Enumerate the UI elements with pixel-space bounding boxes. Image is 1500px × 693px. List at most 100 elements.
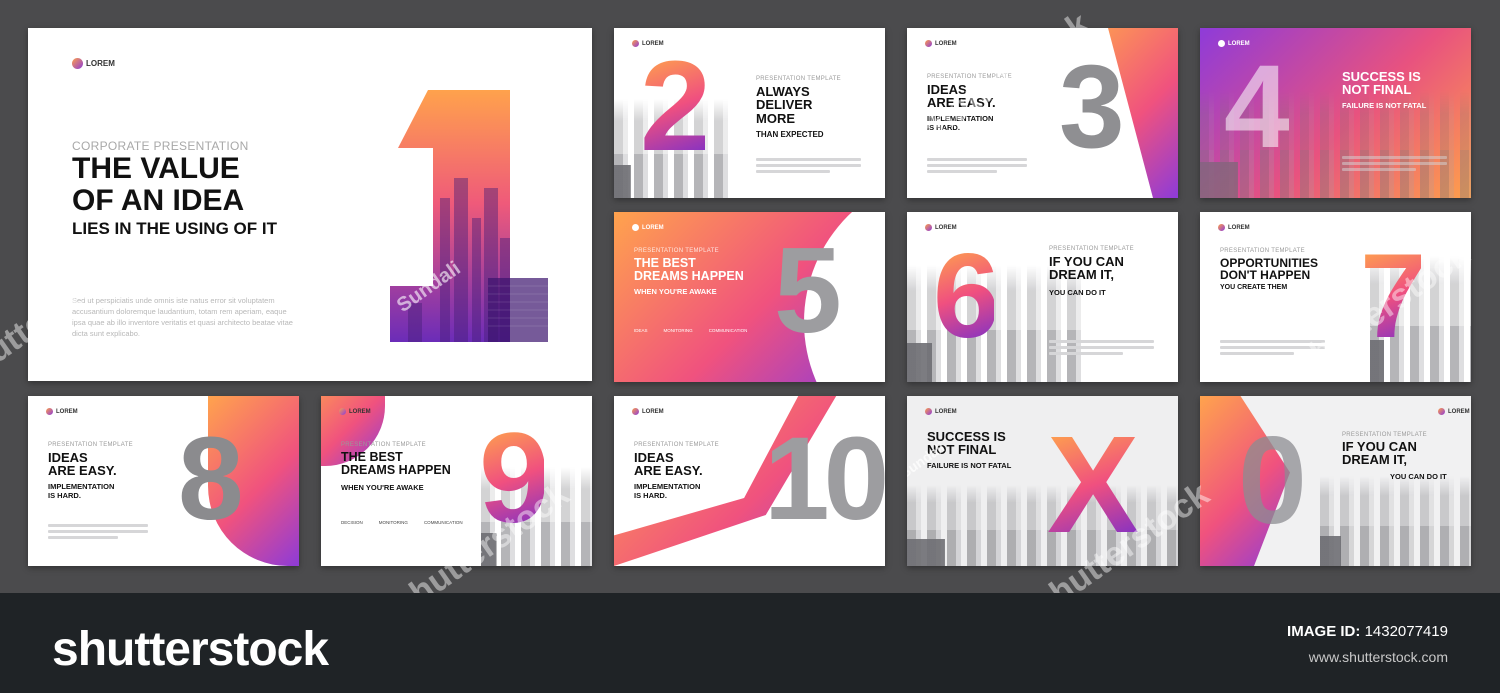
slide-7: LOREM 7 PRESENTATION TEMPLATE OPPORTUNIT…: [1200, 212, 1471, 382]
template-preview-stage: LOREM CORPORATE PRESENTATION THE VALUE O…: [0, 0, 1500, 593]
slide-logo: LOREM: [72, 58, 115, 69]
logo-icon: [925, 224, 932, 231]
slide-subheading: YOU CAN DO IT: [1390, 472, 1447, 481]
logo-icon: [46, 408, 53, 415]
big-number: 5: [774, 222, 842, 358]
logo-icon: [1438, 408, 1445, 415]
logo-icon: [339, 408, 346, 415]
feature-item: DECISION: [341, 520, 363, 525]
slide-heading: SUCCESS IS NOT FINAL: [927, 429, 1006, 458]
slide-5: LOREM 5 PRESENTATION TEMPLATE THE BEST D…: [614, 212, 885, 382]
slide-kicker: CORPORATE PRESENTATION: [72, 139, 249, 153]
logo-text: LOREM: [86, 59, 115, 68]
slide-logo: LOREM: [925, 408, 957, 415]
slide-8: LOREM 8 PRESENTATION TEMPLATE IDEAS ARE …: [28, 396, 299, 566]
slide-kicker: PRESENTATION TEMPLATE: [1342, 432, 1427, 438]
slide-heading: IF YOU CAN DREAM IT,: [1342, 439, 1417, 468]
slide-4: LOREM 4 SUCCESS IS NOT FINAL FAILURE IS …: [1200, 28, 1471, 198]
slide-kicker: PRESENTATION TEMPLATE: [1049, 246, 1134, 252]
slide-logo: LOREM: [1218, 224, 1250, 231]
slide-10: LOREM 10 PRESENTATION TEMPLATE IDEAS ARE…: [614, 396, 885, 566]
slide-body-placeholder: [1049, 340, 1154, 358]
slide-9: LOREM 9 PRESENTATION TEMPLATE THE BEST D…: [321, 396, 592, 566]
slide-heading: SUCCESS IS NOT FINAL: [1342, 69, 1421, 98]
feature-item: COMMUNICATION: [423, 520, 463, 525]
slide-heading: OPPORTUNITIES DON'T HAPPEN: [1220, 256, 1319, 283]
slide-subheading: IMPLEMENTATION IS HARD.: [48, 482, 115, 500]
big-number: 9: [479, 407, 550, 550]
slide-logo: LOREM: [632, 224, 664, 231]
city-skyline-image: [1320, 466, 1471, 566]
slide-body-placeholder: [48, 524, 148, 542]
feature-item: MONITORING: [378, 520, 408, 525]
big-number: 3: [1059, 41, 1125, 173]
slide-kicker: PRESENTATION TEMPLATE: [341, 442, 426, 448]
image-id: IMAGE ID: 1432077419: [1287, 623, 1448, 640]
slide-6: LOREM 6 PRESENTATION TEMPLATE IF YOU CAN…: [907, 212, 1178, 382]
logo-icon: [632, 40, 639, 47]
slide-heading: ALWAYS DELIVER MORE: [756, 84, 813, 126]
shutterstock-logo: shutterstock: [52, 623, 329, 676]
logo-text: LOREM: [642, 224, 664, 231]
logo-text: LOREM: [935, 408, 957, 415]
slide-subheading: YOU CAN DO IT: [1049, 288, 1106, 297]
slide-logo: LOREM: [632, 408, 664, 415]
slide-kicker: PRESENTATION TEMPLATE: [48, 442, 133, 448]
logo-text: LOREM: [56, 408, 78, 415]
slide-logo: LOREM: [1438, 408, 1470, 415]
slide-body-placeholder: [927, 158, 1027, 176]
slide-kicker: PRESENTATION TEMPLATE: [634, 442, 719, 448]
slide-kicker: PRESENTATION TEMPLATE: [634, 248, 719, 254]
feature-item: MONITORING: [663, 328, 693, 333]
big-number: 6: [933, 229, 1000, 363]
big-number: 10: [764, 413, 885, 545]
slide-3: LOREM 3 PRESENTATION TEMPLATE IDEAS ARE …: [907, 28, 1178, 198]
logo-icon: [632, 224, 639, 231]
slide-1: LOREM CORPORATE PRESENTATION THE VALUE O…: [28, 28, 592, 381]
big-number: 0: [1238, 412, 1307, 550]
slide-body-placeholder: [1342, 156, 1447, 174]
big-number-one: 1: [388, 88, 550, 342]
slide-kicker: PRESENTATION TEMPLATE: [1220, 248, 1305, 254]
slide-body-placeholder: [756, 158, 861, 176]
big-number: 2: [640, 35, 711, 178]
slide-heading: IF YOU CAN DREAM IT,: [1049, 254, 1124, 283]
number-one-shape: [390, 90, 548, 342]
logo-icon: [72, 58, 83, 69]
feature-item: IDEAS: [634, 328, 648, 333]
logo-icon: [925, 408, 932, 415]
slide-heading: IDEAS ARE EASY.: [634, 450, 703, 479]
slide-subheading: THAN EXPECTED: [756, 130, 824, 139]
logo-icon: [632, 408, 639, 415]
slide-subheading: FAILURE IS NOT FATAL: [1342, 101, 1427, 110]
slide-subheading: YOU CREATE THEM: [1220, 284, 1288, 291]
logo-text: LOREM: [1228, 224, 1250, 231]
logo-icon: [925, 40, 932, 47]
slide-logo: LOREM: [925, 40, 957, 47]
logo-text: LOREM: [935, 40, 957, 47]
slide-heading: IDEAS ARE EASY.: [48, 450, 117, 479]
slide-subheading: IMPLEMENTATION IS HARD.: [927, 114, 994, 132]
image-id-value: 1432077419: [1364, 623, 1448, 640]
big-number: 4: [1224, 41, 1290, 173]
slide-kicker: PRESENTATION TEMPLATE: [927, 74, 1012, 80]
slide-subheading: WHEN YOU'RE AWAKE: [341, 483, 424, 492]
slide-subheading: WHEN YOU'RE AWAKE: [634, 287, 717, 296]
slide-heading: IDEAS ARE EASY.: [927, 82, 996, 111]
image-id-label: IMAGE ID:: [1287, 623, 1361, 640]
slide-body-text: Sed ut perspiciatis unde omnis iste natu…: [72, 296, 293, 338]
slide-logo: LOREM: [339, 408, 371, 415]
slide-subtitle: LIES IN THE USING OF IT: [72, 219, 277, 238]
slide-title-line2: OF AN IDEA: [72, 184, 245, 217]
big-number: 7: [1360, 229, 1427, 363]
slide-subheading: FAILURE IS NOT FATAL: [927, 461, 1012, 470]
slide-heading: THE BEST DREAMS HAPPEN: [341, 450, 451, 477]
logo-text: LOREM: [349, 408, 371, 415]
slide-kicker: PRESENTATION TEMPLATE: [756, 76, 841, 82]
slide-title-line1: THE VALUE: [72, 152, 240, 185]
big-number: 8: [178, 413, 244, 545]
logo-text: LOREM: [642, 408, 664, 415]
slide-heading: THE BEST DREAMS HAPPEN: [634, 256, 744, 283]
slide-2: LOREM 2 PRESENTATION TEMPLATE ALWAYS DEL…: [614, 28, 885, 198]
slide-11: LOREM X SUCCESS IS NOT FINAL FAILURE IS …: [907, 396, 1178, 566]
